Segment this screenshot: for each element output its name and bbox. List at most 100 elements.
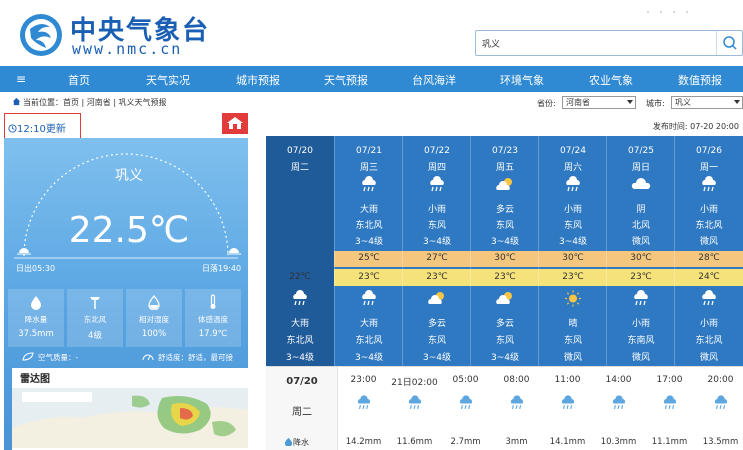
- hourly-slot-3[interactable]: 08:00 3mm: [491, 367, 542, 450]
- forecast-day-2[interactable]: 07/22 周四 小雨 东风 3~4级 27℃ 23℃ 多云 东风 3~4级: [402, 136, 470, 366]
- forecast-day-5[interactable]: 07/25 周日阴北风 微风 30℃ 23℃ 小雨 东南风 微风: [606, 136, 674, 366]
- day-wind-level: 微风: [699, 237, 718, 247]
- high-temperature: 30℃: [562, 253, 584, 263]
- day-weather: 多云: [495, 205, 514, 215]
- hour-precipitation: 2.7mm: [450, 437, 481, 447]
- nav-item-numerical[interactable]: 数值预报: [678, 72, 722, 88]
- rain-icon: [510, 395, 524, 409]
- search-input[interactable]: [482, 35, 712, 52]
- hourly-slot-7[interactable]: 20:00 13.5mm: [695, 367, 743, 450]
- current-temperature: 22.5℃: [68, 210, 190, 251]
- city-value: 巩义: [675, 98, 691, 107]
- forecast-day-0[interactable]: 07/20 周二 22℃ 大雨 东北风 3~4级: [266, 136, 334, 366]
- hourly-slot-4[interactable]: 11:00 14.1mm: [542, 367, 593, 450]
- hourly-slot-6[interactable]: 17:00 11.1mm: [644, 367, 695, 450]
- day-wind: 北风: [631, 221, 650, 231]
- raindrop-icon: [31, 296, 41, 310]
- nmc-logo[interactable]: [18, 12, 64, 58]
- day-wind: 东风: [563, 221, 582, 231]
- night-wind: 东风: [495, 336, 514, 346]
- breadcrumb-text[interactable]: 当前位置：首页 | 河南省 | 巩义天气预报: [23, 98, 167, 107]
- nav-item-observation[interactable]: 天气实况: [146, 72, 190, 88]
- hour-precipitation: 13.5mm: [702, 437, 739, 447]
- night-wind-level: 微风: [631, 353, 650, 363]
- day-wind-level: 3~4级: [423, 237, 451, 247]
- forecast-weekday: 周一: [699, 163, 718, 173]
- nav-item-agriculture[interactable]: 农业气象: [589, 72, 633, 88]
- search-button[interactable]: [716, 31, 742, 55]
- clock-icon: [8, 124, 17, 133]
- day-weather: 大雨: [359, 205, 378, 215]
- stat-value: 17.9℃: [198, 329, 228, 339]
- day-wind-level: 微风: [631, 237, 650, 247]
- stat-value: 37.5mm: [18, 329, 54, 339]
- hourly-slot-2[interactable]: 05:00 2.7mm: [440, 367, 491, 450]
- nav-item-home[interactable]: 首页: [68, 72, 90, 88]
- hour-precipitation: 3mm: [505, 437, 528, 447]
- rain-icon: [362, 176, 376, 192]
- hour-time: 08:00: [503, 375, 530, 385]
- hour-precipitation: 11.1mm: [651, 437, 688, 447]
- forecast-date: 07/22: [424, 146, 450, 156]
- hourly-slot-1[interactable]: 21日02:00 11.6mm: [389, 367, 440, 450]
- stat-humidity: 相对湿度 100%: [126, 289, 182, 347]
- rain-icon: [408, 395, 422, 409]
- sunset-icon: [227, 248, 241, 255]
- night-weather: 多云: [495, 319, 514, 329]
- site-header: 中央气象台 www.nmc.cn: [0, 0, 743, 66]
- nav-item-typhoon-ocean[interactable]: 台风海洋: [412, 72, 456, 88]
- province-select[interactable]: 河南省: [562, 96, 636, 109]
- nav-item-environment[interactable]: 环境气象: [500, 72, 544, 88]
- nav-item-weather-forecast[interactable]: 天气预报: [324, 72, 368, 88]
- hourly-weekday: 周二: [292, 407, 312, 418]
- stat-label: 体感温度: [198, 315, 228, 324]
- hour-precipitation: 10.3mm: [600, 437, 637, 447]
- chevron-down-icon: [734, 100, 740, 104]
- forecast-weekday: 周四: [427, 163, 446, 173]
- forecast-day-3[interactable]: 07/23 周五 多云 东风 3~4级 30℃ 23℃ 多云 东风 3~4级: [470, 136, 538, 366]
- rain-icon: [430, 176, 444, 192]
- night-wind-level: 微风: [699, 353, 718, 363]
- hour-time: 11:00: [554, 375, 581, 385]
- night-wind: 东风: [563, 336, 582, 346]
- low-temperature: 23℃: [494, 272, 516, 282]
- raindrop-icon: [284, 437, 293, 447]
- radar-title: 雷达图: [20, 374, 50, 385]
- gauge-icon: [142, 354, 154, 361]
- comfort-index[interactable]: 舒适度：舒适，最可接: [158, 352, 233, 363]
- high-temperature: 30℃: [630, 253, 652, 263]
- stat-wind: 东北风 4级: [67, 289, 123, 347]
- air-quality[interactable]: 空气质量：-: [38, 352, 78, 363]
- forecast-date: 07/23: [492, 146, 518, 156]
- forecast-day-1[interactable]: 07/21 周三 大雨 东北风 3~4级 25℃ 23℃ 大雨 东北风 3~4级: [334, 136, 402, 366]
- rain-icon: [702, 176, 716, 192]
- stat-feels-like: 体感温度 17.9℃: [185, 289, 241, 347]
- night-wind: 东北风: [355, 336, 383, 346]
- hourly-date: 07/20: [286, 376, 318, 387]
- hour-time: 21日02:00: [391, 378, 438, 388]
- hourly-slot-0[interactable]: 23:00 14.2mm: [338, 367, 389, 450]
- cloudy-icon: [631, 178, 651, 189]
- menu-icon[interactable]: ≡: [16, 72, 26, 86]
- rain-icon: [459, 395, 473, 409]
- hour-precipitation: 14.2mm: [345, 437, 382, 447]
- weather-alert-icon[interactable]: [222, 113, 248, 134]
- nav-item-city-forecast[interactable]: 城市预报: [236, 72, 280, 88]
- forecast-day-6[interactable]: 07/26 周一 小雨 东北风 微风 28℃ 24℃ 小雨 东北风 微风: [674, 136, 742, 366]
- city-label: 城市:: [646, 99, 665, 108]
- night-weather: 多云: [427, 319, 446, 329]
- main-nav: ≡ 首页 天气实况 城市预报 天气预报 台风海洋 环境气象 农业气象 数值预报: [0, 66, 743, 92]
- hourly-slot-5[interactable]: 14:00 10.3mm: [593, 367, 644, 450]
- rain-icon: [634, 290, 648, 306]
- forecast-weekday: 周二: [290, 163, 309, 173]
- high-temperature: 27℃: [426, 253, 448, 263]
- forecast-day-4[interactable]: 07/24 周六 小雨 东风 3~4级 30℃ 23℃ 晴东风 微风: [538, 136, 606, 366]
- breadcrumb: 当前位置：首页 | 河南省 | 巩义天气预报: [12, 97, 167, 108]
- sunset-time: 日落19:40: [202, 264, 242, 273]
- city-select[interactable]: 巩义: [671, 96, 743, 109]
- radar-panel[interactable]: 雷达图: [12, 368, 248, 450]
- day-weather: 小雨: [427, 205, 446, 215]
- night-wind: 东南风: [627, 336, 655, 346]
- night-wind: 东北风: [286, 336, 314, 346]
- sunrise-time: 日出05:30: [16, 264, 56, 273]
